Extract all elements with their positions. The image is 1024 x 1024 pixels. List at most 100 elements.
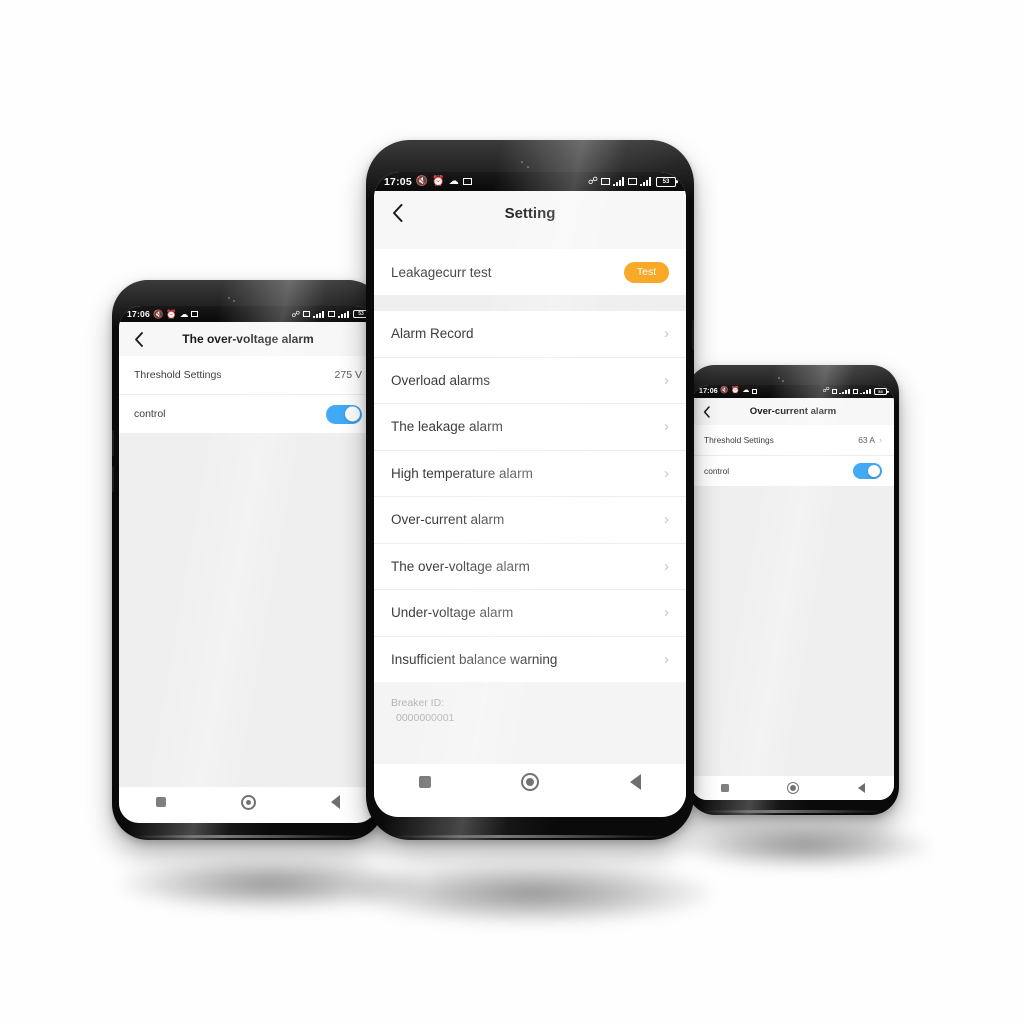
phone-shadow-center [352, 862, 712, 924]
signal-icon [838, 388, 851, 395]
back-triangle-icon[interactable] [857, 783, 865, 793]
phone-left-over-voltage-alarm: 17:06 🔇 ⏰ ☁ ☍ 53 The over-voltage alarm … [112, 280, 384, 840]
alarm-icon: ⏰ [432, 175, 445, 187]
empty-content-area [119, 433, 377, 787]
phone-center-setting: 17:05 🔇 ⏰ ☁ ☍ 53 Setting Leakagecurr tes… [366, 140, 694, 840]
menu-item-the-over-voltage-alarm[interactable]: The over-voltage alarm › [374, 543, 686, 589]
back-chevron-icon[interactable] [127, 322, 149, 356]
menu-item-over-current-alarm[interactable]: Over-current alarm › [374, 497, 686, 543]
lte-signal-icon [859, 388, 872, 395]
row-value: 275 V [334, 369, 362, 381]
row-label: control [134, 408, 166, 420]
screen-right: 17:06 🔇 ⏰ ☁ ☍ 53 Over-current alarm Thre… [692, 385, 894, 800]
chevron-right-icon: › [664, 464, 669, 482]
menu-item-label: Overload alarms [391, 372, 491, 388]
control-toggle-switch[interactable] [853, 463, 882, 479]
power-button[interactable] [692, 320, 694, 350]
back-chevron-icon[interactable] [384, 191, 410, 235]
lte-signal-icon [640, 177, 652, 186]
sim-icon [852, 389, 858, 394]
lte-signal-icon [338, 310, 350, 318]
row-control-toggle[interactable]: control [692, 456, 894, 486]
wifi-icon [303, 311, 310, 317]
chevron-right-icon: › [664, 650, 669, 668]
home-circle-icon[interactable] [521, 773, 540, 791]
home-circle-icon[interactable] [240, 794, 256, 810]
row-threshold-settings[interactable]: Threshold Settings 63 A › [692, 425, 894, 455]
row-threshold-settings[interactable]: Threshold Settings 275 V [119, 356, 377, 394]
menu-item-label: Insufficient balance warning [391, 651, 558, 667]
weather-icon: ☁ [179, 308, 189, 319]
screenshot-icon [191, 311, 199, 317]
menu-item-label: High temperature alarm [391, 465, 533, 481]
menu-item-label: Alarm Record [391, 326, 474, 342]
back-chevron-icon[interactable] [697, 398, 715, 425]
breaker-id-footer: Breaker ID: 0000000001 [374, 682, 686, 764]
test-button[interactable]: Test [624, 261, 669, 283]
android-nav-bar-center [374, 764, 686, 800]
menu-item-under-voltage-alarm[interactable]: Under-voltage alarm › [374, 590, 686, 636]
phone-shadow-left [120, 858, 420, 910]
section-gap [374, 295, 686, 311]
menu-item-overload-alarms[interactable]: Overload alarms › [374, 357, 686, 403]
menu-item-label: The leakage alarm [391, 419, 503, 435]
menu-item-alarm-record[interactable]: Alarm Record › [374, 311, 686, 357]
front-camera-cluster [516, 158, 540, 172]
wifi-icon [831, 389, 837, 394]
menu-item-high-temperature-alarm[interactable]: High temperature alarm › [374, 450, 686, 496]
alarm-icon: ⏰ [731, 387, 740, 395]
app-header-center: Setting [374, 191, 686, 235]
screenshot-icon [751, 389, 757, 394]
alarm-menu-list: Alarm Record › Overload alarms › The lea… [374, 311, 686, 682]
row-label: Threshold Settings [704, 435, 774, 445]
mute-icon: 🔇 [720, 387, 729, 395]
chevron-right-icon: › [664, 557, 669, 575]
status-time: 17:06 [699, 388, 718, 395]
status-bar-center: 17:05 🔇 ⏰ ☁ ☍ 53 [374, 172, 686, 191]
settings-sheet-left: Threshold Settings 275 V control [119, 356, 377, 433]
mute-icon: 🔇 [415, 175, 429, 187]
status-time: 17:06 [127, 309, 150, 319]
menu-item-the-leakage-alarm[interactable]: The leakage alarm › [374, 404, 686, 450]
header-spacer [374, 235, 686, 249]
status-time: 17:05 [384, 175, 412, 188]
signal-icon [613, 177, 625, 186]
app-header-right: Over-current alarm [692, 398, 894, 425]
chevron-right-icon: › [664, 325, 669, 343]
recents-square-icon[interactable] [419, 776, 432, 788]
front-camera-cluster [775, 375, 791, 385]
sim-icon [628, 177, 637, 186]
recents-square-icon[interactable] [156, 797, 167, 807]
weather-icon: ☁ [448, 175, 459, 187]
menu-item-insufficient-balance-warning[interactable]: Insufficient balance warning › [374, 636, 686, 682]
row-value: 63 A [858, 435, 875, 445]
mute-icon: 🔇 [152, 308, 164, 319]
bluetooth-icon: ☍ [587, 175, 598, 187]
recents-square-icon[interactable] [721, 784, 730, 792]
volume-up-button[interactable] [112, 430, 114, 456]
front-camera-cluster [224, 294, 244, 306]
empty-content-area [692, 486, 894, 776]
sim-icon [328, 311, 335, 317]
chevron-right-icon: › [664, 371, 669, 389]
phone-right-over-current-alarm: 17:06 🔇 ⏰ ☁ ☍ 53 Over-current alarm Thre… [687, 365, 899, 815]
phone-shadow-right [680, 824, 930, 868]
signal-icon [313, 310, 325, 318]
volume-down-button[interactable] [112, 466, 114, 492]
screenshot-icon [462, 177, 472, 186]
breaker-id-value: 0000000001 [396, 712, 455, 725]
back-triangle-icon[interactable] [629, 774, 641, 790]
battery-icon: 53 [874, 388, 887, 395]
scene-backdrop: 17:06 🔇 ⏰ ☁ ☍ 53 The over-voltage alarm … [0, 0, 1024, 1024]
home-circle-icon[interactable] [787, 782, 800, 794]
row-label: Leakagecurr test [391, 264, 492, 280]
row-control-toggle[interactable]: control [119, 395, 377, 433]
row-leakagecurr-test[interactable]: Leakagecurr test Test [374, 249, 686, 295]
wifi-icon [601, 177, 610, 186]
leakage-test-section: Leakagecurr test Test [374, 249, 686, 295]
chevron-right-icon: › [664, 418, 669, 436]
page-title: Over-current alarm [749, 406, 837, 417]
control-toggle-switch[interactable] [326, 404, 362, 424]
back-triangle-icon[interactable] [330, 795, 340, 809]
android-nav-bar-left [119, 787, 377, 817]
